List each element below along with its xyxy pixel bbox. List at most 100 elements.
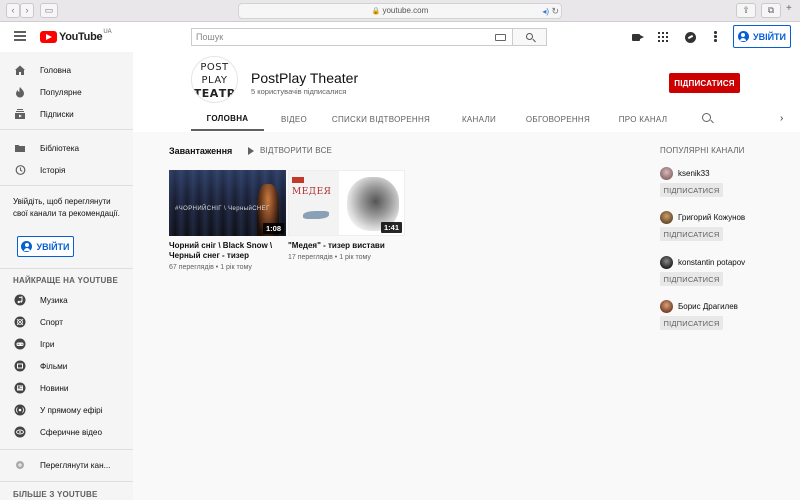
home-icon (13, 64, 26, 77)
keyboard-icon[interactable] (495, 34, 506, 41)
sidebar-item-browse-channels[interactable]: Переглянути кан... (0, 454, 133, 476)
video-duration: 1:08 (262, 223, 284, 234)
sidebar-item-trending[interactable]: Популярне (0, 81, 133, 103)
subscriber-count: 5 користувачів підписалися (251, 87, 347, 96)
channel-avatar-small[interactable] (660, 167, 673, 180)
forward-button[interactable]: › (20, 3, 34, 18)
trending-icon (13, 86, 26, 99)
signin-button[interactable]: УВІЙТИ (733, 25, 791, 48)
sidebar-item-label: Бібліотека (40, 143, 80, 153)
search-button[interactable] (512, 28, 547, 46)
avatar-line: ТЕАТР (193, 87, 236, 100)
video-age: 1 рік тому (339, 254, 371, 261)
channel-subscribe-button[interactable]: ПІДПИСАТИСЯ (660, 183, 723, 197)
region-code: UA (103, 29, 112, 35)
tab-about[interactable]: ПРО КАНАЛ (611, 107, 675, 131)
sidebar-item-sports[interactable]: Спорт (0, 311, 133, 333)
chevron-right-icon[interactable]: › (780, 113, 783, 124)
sidebar-toggle-button[interactable]: ▭ (40, 3, 58, 18)
sidebar-item-label: Головна (40, 65, 72, 75)
reload-icon[interactable]: ↻ (551, 4, 559, 18)
youtube-logo[interactable]: YouTube UA (40, 29, 112, 44)
video-title[interactable]: "Медея" - тизер вистави (288, 241, 405, 251)
create-video-icon[interactable] (632, 34, 644, 41)
sidebar-signin-button[interactable]: УВІЙТИ (17, 236, 74, 257)
sidebar-item-gaming[interactable]: Ігри (0, 333, 133, 355)
more-options-icon[interactable] (714, 31, 717, 43)
channel-search-icon[interactable] (702, 113, 711, 122)
video-thumbnail[interactable]: #ЧОРНИЙСНІГ \ ЧерныйСНЕГ 1:08 (169, 170, 286, 236)
channel-avatar[interactable]: POST PLAY ТЕАТР (191, 56, 238, 103)
apps-icon[interactable] (658, 32, 668, 42)
video-age: 1 рік тому (220, 264, 252, 271)
add-circle-icon (13, 459, 26, 472)
sidebar-item-movies[interactable]: Фільми (0, 355, 133, 377)
share-button[interactable]: ⇪ (736, 3, 756, 18)
channel-avatar-small[interactable] (660, 256, 673, 269)
uploads-title[interactable]: Завантаження (169, 146, 232, 156)
sidebar-divider (0, 481, 133, 482)
tab-discussion[interactable]: ОБГОВОРЕННЯ (521, 107, 595, 131)
address-bar[interactable]: 🔒 youtube.com ◂) ↻ (238, 3, 562, 19)
library-icon (13, 142, 26, 155)
sidebar-item-360-video[interactable]: Сферичне відео (0, 421, 133, 443)
video-card[interactable]: #ЧОРНИЙСНІГ \ ЧерныйСНЕГ 1:08 Чорний сні… (169, 170, 286, 271)
popular-channel-name[interactable]: Борис Драгилев (678, 302, 738, 311)
avatar-line: POST (200, 62, 229, 73)
popular-channels-heading: ПОПУЛЯРНІ КАНАЛИ (660, 146, 745, 155)
video-views: 17 переглядів (288, 254, 333, 261)
sidebar-divider (0, 129, 133, 130)
play-all-button[interactable]: ВІДТВОРИТИ ВСЕ (248, 146, 332, 155)
channel-subscribe-button[interactable]: ПІДПИСАТИСЯ (660, 227, 723, 241)
channel-subscribe-button[interactable]: ПІДПИСАТИСЯ (660, 272, 723, 286)
video-thumbnail[interactable]: МЕДЕЯ 1:41 (288, 170, 405, 236)
sidebar-item-label: У прямому ефірі (40, 405, 103, 415)
sidebar-item-subscriptions[interactable]: Підписки (0, 103, 133, 125)
sidebar-item-news[interactable]: Новини (0, 377, 133, 399)
channel-avatar-small[interactable] (660, 211, 673, 224)
back-button[interactable]: ‹ (6, 3, 20, 18)
video-metadata: 17 переглядів • 1 рік тому (288, 254, 371, 261)
video-title[interactable]: Чорний сніг \ Black Snow \ Черный снег -… (169, 241, 286, 261)
menu-icon[interactable] (14, 31, 26, 41)
tabs-button[interactable]: ⧉ (761, 3, 781, 18)
video-card[interactable]: МЕДЕЯ 1:41 "Медея" - тизер вистави 17 пе… (288, 170, 405, 261)
popular-channel-name[interactable]: ksenik33 (678, 169, 710, 178)
tab-playlists[interactable]: СПИСКИ ВІДТВОРЕННЯ (331, 107, 431, 131)
avatar-line: PLAY (201, 75, 228, 86)
poster-title: МЕДЕЯ (292, 187, 332, 197)
sidebar-item-label: Новини (40, 383, 69, 393)
tab-channels[interactable]: КАНАЛИ (449, 107, 509, 131)
tab-home[interactable]: ГОЛОВНА (191, 107, 264, 131)
sidebar-item-music[interactable]: Музика (0, 289, 133, 311)
video-duration: 1:41 (380, 222, 402, 233)
sidebar-item-label: Фільми (40, 361, 68, 371)
poster-badge (292, 177, 304, 183)
browser-toolbar: ‹ › ▭ 🔒 youtube.com ◂) ↻ ⇪ ⧉ + (0, 0, 800, 22)
popular-channel-name[interactable]: konstantin potapov (678, 258, 745, 267)
popular-channel-name[interactable]: Григорий Кожунов (678, 213, 745, 222)
messages-icon[interactable] (685, 32, 696, 43)
sidebar-item-label: Підписки (40, 109, 74, 119)
new-tab-button[interactable]: + (786, 3, 792, 14)
sidebar-item-label: Історія (40, 165, 66, 175)
sidebar-item-live[interactable]: У прямому ефірі (0, 399, 133, 421)
url-text: youtube.com (382, 6, 429, 15)
search-input[interactable]: Пошук (191, 28, 512, 46)
lock-icon: 🔒 (371, 8, 381, 15)
sidebar-item-home[interactable]: Головна (0, 59, 133, 81)
audio-icon[interactable]: ◂) (542, 5, 549, 19)
search-placeholder: Пошук (196, 32, 224, 42)
tab-videos[interactable]: ВІДЕО (271, 107, 317, 131)
sidebar-item-library[interactable]: Бібліотека (0, 137, 133, 159)
channel-name: PostPlay Theater (251, 70, 359, 86)
sidebar-divider (0, 185, 133, 186)
sidebar-item-history[interactable]: Історія (0, 159, 133, 181)
subscribe-button[interactable]: ПІДПИСАТИСЯ (669, 73, 740, 93)
sidebar: Головна Популярне Підписки Бібліотека Іс… (0, 52, 133, 500)
news-icon (13, 382, 26, 395)
channel-avatar-small[interactable] (660, 300, 673, 313)
channel-subscribe-button[interactable]: ПІДПИСАТИСЯ (660, 316, 723, 330)
sidebar-divider (0, 268, 133, 269)
sidebar-divider (0, 449, 133, 450)
